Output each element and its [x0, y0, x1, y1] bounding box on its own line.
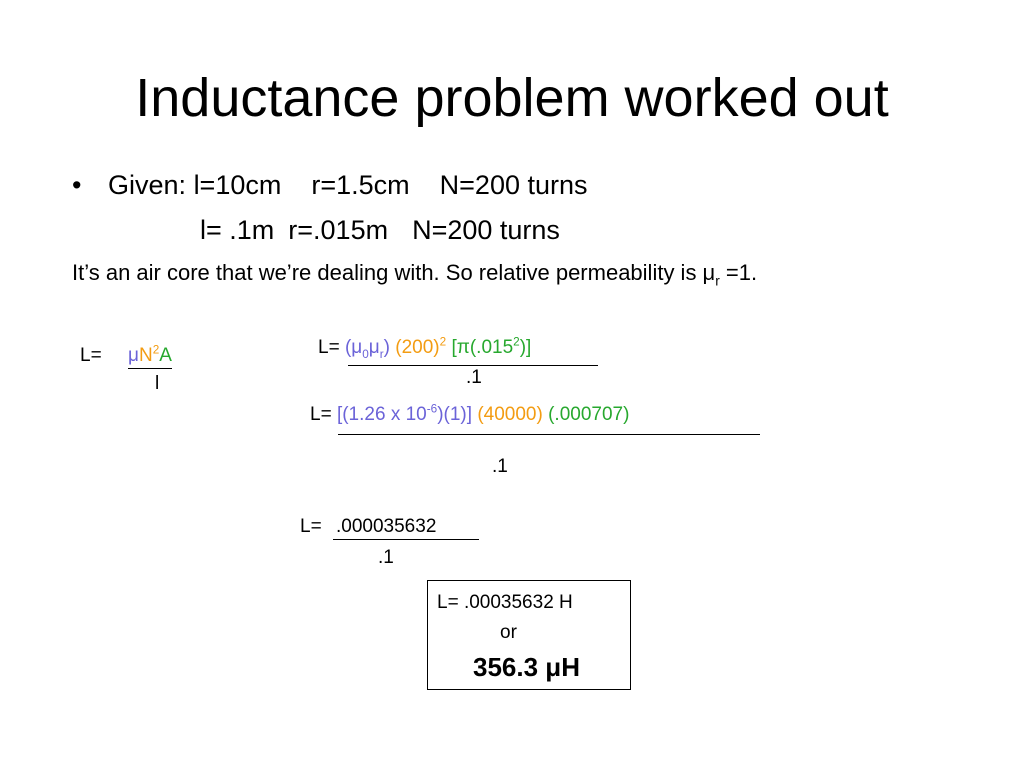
given-si-line: l= .1m r=.015m N=200 turns: [200, 213, 560, 247]
step2-mu-term: [(1.26 x 10-6)(1)]: [336, 402, 473, 425]
step1-mu-close: ): [383, 337, 390, 358]
formula-lhs: L=: [80, 345, 102, 366]
step1-turns-exp: 2: [439, 335, 447, 349]
answer-henry: L= .00035632 H: [437, 592, 573, 613]
step2-lhs: L=: [310, 404, 332, 425]
step1-lhs: L=: [318, 337, 340, 358]
bullet: •: [72, 170, 82, 200]
answer-or: or: [500, 622, 517, 643]
step2-mu-open: [(1.26 x 10: [336, 404, 427, 425]
given-length: l=10cm: [193, 170, 282, 200]
step2-denominator: .1: [492, 456, 508, 477]
step2-mu-exp: -6: [426, 402, 438, 416]
step3-numerator: .000035632: [336, 516, 437, 537]
step2-equation: L= [(1.26 x 10-6)(1)] (40000) (.000707): [310, 403, 629, 427]
formula-numerator: μN2A: [128, 344, 172, 369]
given-line: • Given: l=10cm r=1.5cm N=200 turns: [72, 168, 588, 202]
step1-area-open: [π(.015: [451, 337, 514, 358]
given-radius: r=1.5cm: [311, 170, 410, 200]
si-radius: r=.015m: [288, 215, 389, 245]
step2-turns: (40000): [477, 404, 543, 425]
step1-turns-term: (200)2: [395, 335, 447, 358]
formula-a: A: [159, 345, 172, 366]
formula-denominator: l: [155, 373, 160, 394]
step2-mu-close: )(1)]: [437, 404, 473, 425]
step1-area-term: [π(.0152)]: [451, 336, 532, 358]
step2-fraction-bar: [338, 434, 760, 435]
step1-mu0: (μ: [344, 337, 363, 358]
step1-area-close: )]: [519, 337, 532, 358]
si-length: l= .1m: [200, 215, 275, 245]
step1-equation: L= (μ0μr) (200)2 [π(.0152)]: [318, 336, 531, 360]
answer-microhenry: 356.3 μH: [473, 652, 580, 682]
step1-mur: μ: [368, 337, 380, 358]
step1-denominator: .1: [466, 367, 482, 388]
step2-area: (.000707): [548, 404, 630, 425]
step3-lhs: L=: [300, 516, 322, 537]
step3-denominator: .1: [378, 547, 394, 568]
air-core-value: =1.: [719, 260, 758, 285]
slide-title: Inductance problem worked out: [135, 68, 889, 128]
formula-n: N: [138, 345, 153, 366]
step1-mu-term: (μ0μr): [344, 337, 390, 360]
si-turns: N=200 turns: [412, 215, 560, 245]
given-turns: N=200 turns: [439, 170, 588, 200]
air-core-text: It’s an air core that we’re dealing with…: [72, 260, 716, 285]
step3-fraction-bar: [333, 539, 479, 540]
air-core-note: It’s an air core that we’re dealing with…: [72, 258, 757, 288]
step1-turns: (200): [395, 337, 440, 358]
formula-mu: μ: [128, 345, 139, 366]
given-label: Given:: [108, 170, 187, 200]
